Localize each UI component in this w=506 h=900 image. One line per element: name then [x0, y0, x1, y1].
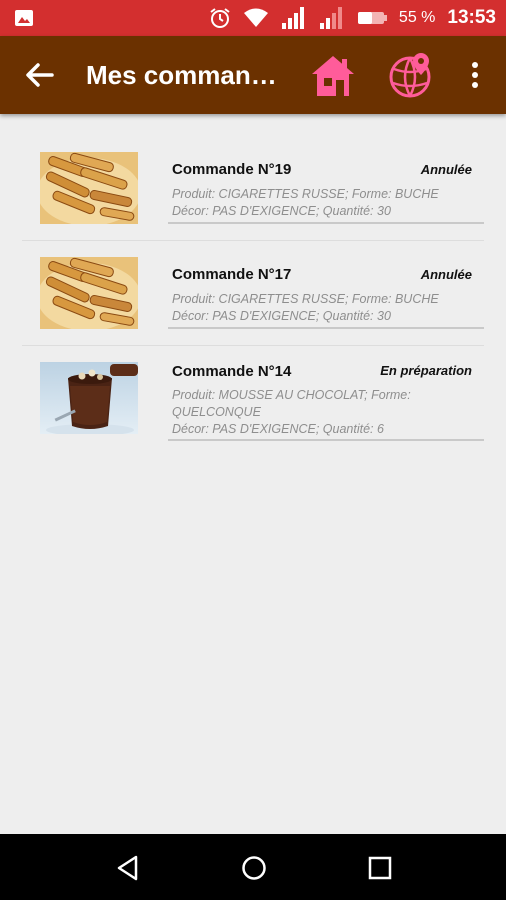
clock: 13:53 — [447, 7, 496, 28]
chocolate-mousse-photo — [40, 362, 138, 434]
order-status: Annulée — [420, 162, 472, 177]
signal-icon — [281, 7, 304, 29]
battery-percent: 55 % — [398, 9, 436, 26]
circle-home-icon[interactable] — [240, 854, 268, 882]
cigarettes-russes-photo — [40, 152, 138, 224]
app-bar: Mes commandes — [0, 36, 506, 114]
order-item[interactable]: Commande N°19 Annulée Produit: CIGARETTE… — [0, 136, 506, 241]
page-title: Mes commandes — [86, 60, 282, 90]
description-underline — [168, 327, 484, 329]
cigarettes-russes-photo — [40, 257, 138, 329]
order-decor-line: Décor: PAS D'EXIGENCE; Quantité: 30 — [172, 204, 391, 218]
triangle-back-icon[interactable] — [114, 854, 142, 882]
description-underline — [168, 222, 484, 224]
order-decor-line: Décor: PAS D'EXIGENCE; Quantité: 6 — [172, 422, 384, 436]
order-description: Produit: MOUSSE AU CHOCOLAT; Forme: QUEL… — [172, 387, 472, 438]
order-product-line: Produit: CIGARETTES RUSSE; Forme: BUCHE — [172, 292, 439, 306]
system-nav-bar — [0, 834, 506, 900]
order-decor-line: Décor: PAS D'EXIGENCE; Quantité: 30 — [172, 309, 391, 323]
home-icon[interactable] — [310, 54, 356, 98]
globe-location-icon[interactable] — [388, 51, 434, 99]
order-item[interactable]: Commande N°14 En préparation Produit: MO… — [0, 346, 506, 461]
battery-icon — [357, 12, 387, 24]
more-vertical-icon[interactable] — [466, 60, 484, 90]
order-status: En préparation — [380, 363, 472, 378]
description-underline — [168, 439, 484, 441]
status-bar: 55 % 13:53 — [0, 0, 506, 36]
signal-icon-2 — [319, 7, 342, 29]
order-product-line: Produit: CIGARETTES RUSSE; Forme: BUCHE — [172, 187, 439, 201]
order-description: Produit: CIGARETTES RUSSE; Forme: BUCHE … — [172, 291, 472, 325]
square-recents-icon[interactable] — [366, 854, 394, 882]
order-product-line-cont: QUELCONQUE — [172, 405, 261, 419]
gallery-notification-icon — [15, 10, 33, 26]
wifi-icon — [243, 8, 268, 27]
order-name: Commande N°19 — [172, 161, 292, 178]
alarm-icon — [210, 8, 230, 28]
arrow-left-icon[interactable] — [24, 61, 54, 89]
order-product-line: Produit: MOUSSE AU CHOCOLAT; Forme: — [172, 388, 411, 402]
order-description: Produit: CIGARETTES RUSSE; Forme: BUCHE … — [172, 186, 472, 220]
orders-list: Commande N°19 Annulée Produit: CIGARETTE… — [0, 136, 506, 461]
order-status: Annulée — [420, 267, 472, 282]
order-name: Commande N°14 — [172, 363, 292, 380]
order-name: Commande N°17 — [172, 266, 292, 283]
order-item[interactable]: Commande N°17 Annulée Produit: CIGARETTE… — [0, 241, 506, 346]
